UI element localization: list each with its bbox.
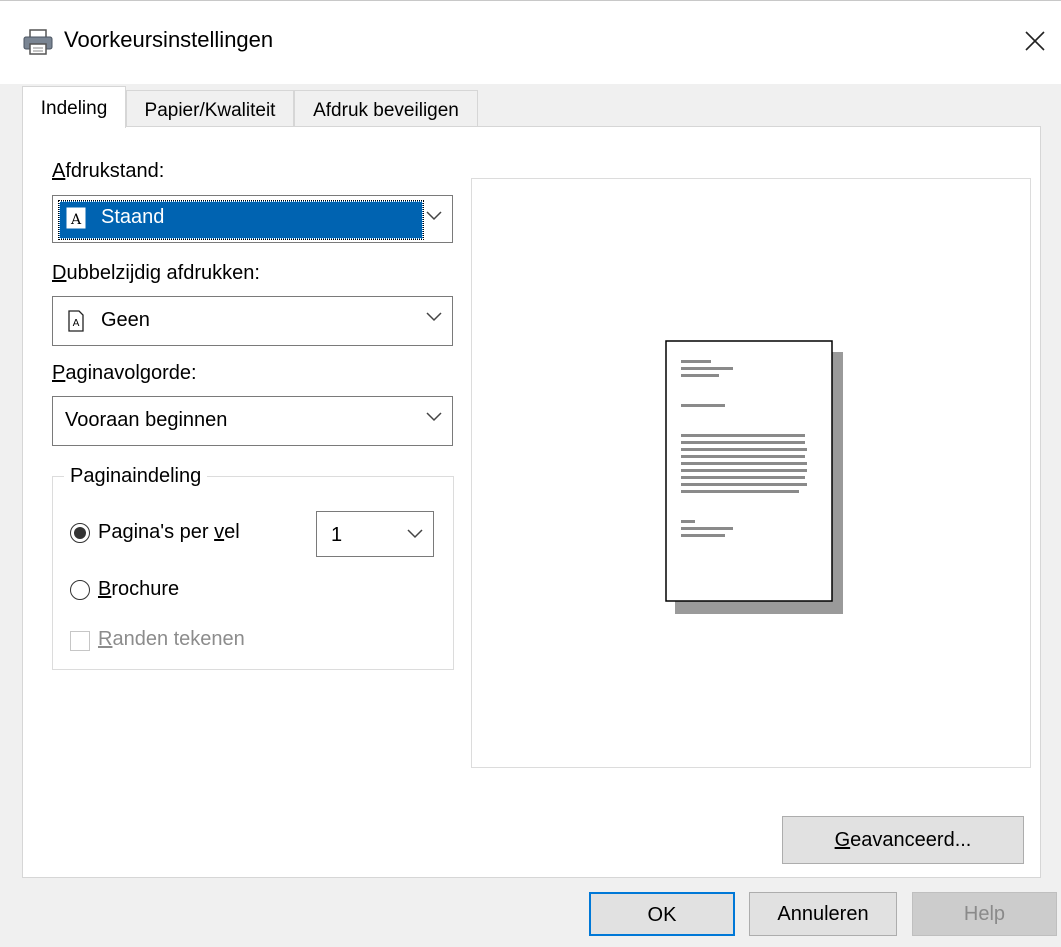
pages-per-sheet-select[interactable]: 1 (316, 511, 434, 557)
radio-dot (74, 527, 86, 539)
printer-icon (22, 28, 54, 56)
pages-per-sheet-radio[interactable]: Pagina's per vel (70, 521, 300, 547)
chevron-down-icon (407, 529, 423, 539)
orientation-select[interactable]: A Staand (52, 195, 453, 243)
checkbox-box (70, 631, 90, 651)
page-order-value: Vooraan beginnen (65, 409, 228, 431)
draw-borders-label: Randen tekenen (98, 628, 245, 650)
page-order-label: Paginavolgorde: (52, 362, 197, 384)
portrait-document-icon: A (66, 207, 86, 229)
close-button[interactable] (1010, 16, 1060, 66)
pages-per-sheet-value: 1 (331, 524, 343, 546)
single-sided-document-icon: A (68, 310, 84, 332)
chevron-down-icon (426, 211, 442, 221)
window-title: Voorkeursinstellingen (64, 27, 274, 52)
ok-button[interactable]: OK (589, 892, 735, 936)
svg-text:A: A (70, 212, 82, 228)
page-preview-icon (665, 340, 843, 614)
duplex-value: Geen (101, 309, 150, 331)
draw-borders-checkbox[interactable]: Randen tekenen (70, 628, 290, 654)
tab-indeling[interactable]: Indeling (22, 86, 126, 128)
advanced-button[interactable]: Geavanceerd... (782, 816, 1024, 864)
orientation-value: Staand (101, 206, 165, 228)
page-order-select[interactable]: Vooraan beginnen (52, 396, 453, 446)
help-button[interactable]: Help (912, 892, 1057, 936)
radio-circle (70, 580, 90, 600)
close-icon (1025, 31, 1045, 51)
chevron-down-icon (426, 412, 442, 422)
cancel-button[interactable]: Annuleren (749, 892, 897, 936)
duplex-select[interactable]: A Geen (52, 296, 453, 346)
tab-afdruk-beveiligen[interactable]: Afdruk beveiligen (294, 90, 478, 128)
svg-text:A: A (73, 318, 80, 329)
orientation-label: Afdrukstand: (52, 160, 165, 182)
chevron-down-icon (426, 312, 442, 322)
brochure-radio[interactable]: Brochure (70, 578, 220, 604)
page-layout-legend: Paginaindeling (64, 465, 208, 488)
tab-papier-kwaliteit[interactable]: Papier/Kwaliteit (126, 90, 294, 128)
pages-per-sheet-label: Pagina's per vel (98, 521, 240, 543)
duplex-label: Dubbelzijdig afdrukken: (52, 262, 260, 284)
brochure-label: Brochure (98, 578, 180, 600)
